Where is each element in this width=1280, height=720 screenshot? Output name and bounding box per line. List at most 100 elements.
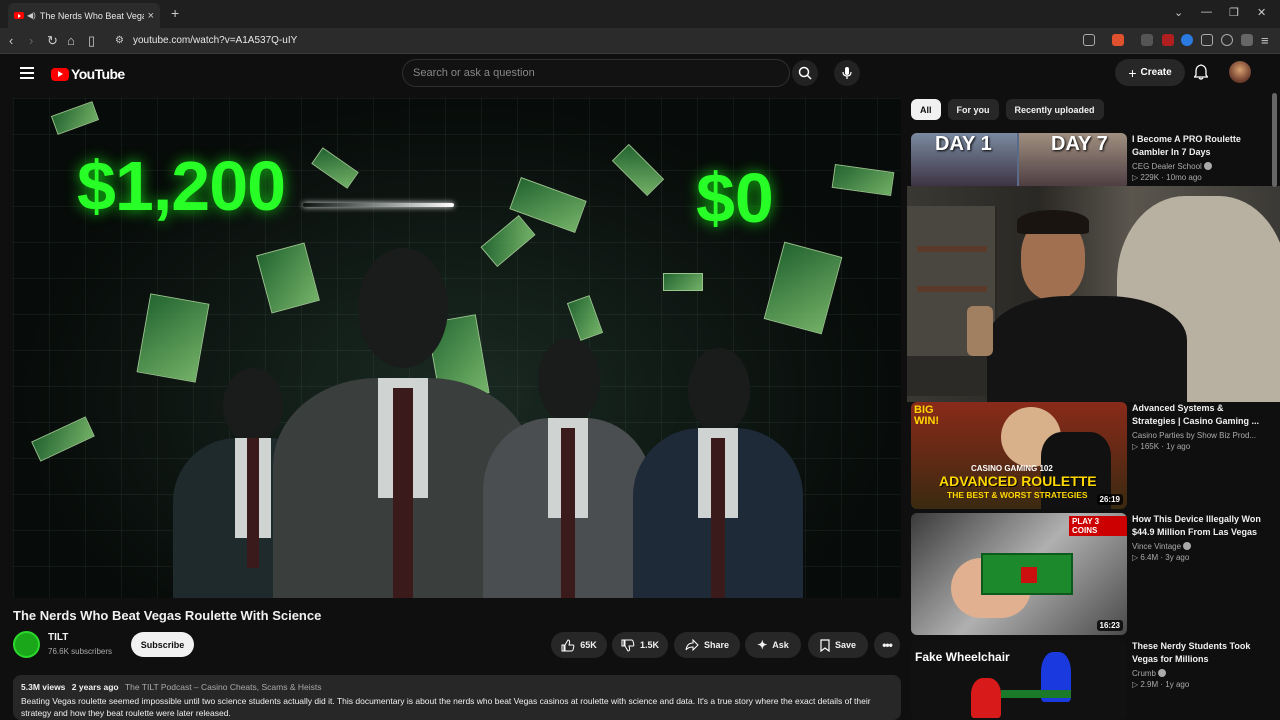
hamburger-menu-icon[interactable]: [20, 67, 34, 79]
page-scrollbar[interactable]: [1271, 93, 1278, 720]
minimize-icon[interactable]: —: [1201, 6, 1212, 18]
youtube-play-icon: [51, 67, 69, 81]
recommendation-views: 165K: [1140, 442, 1160, 451]
browser-tab[interactable]: ◀) The Nerds Who Beat Vegas Ro ×: [8, 3, 160, 28]
restore-icon[interactable]: ❐: [1229, 6, 1239, 19]
subscribe-button[interactable]: Subscribe: [131, 632, 194, 657]
extension-blue-icon[interactable]: [1181, 34, 1193, 46]
chip-for-you[interactable]: For you: [947, 99, 999, 120]
dislike-button[interactable]: 1.5K: [612, 632, 668, 658]
extension-red-icon[interactable]: [1162, 34, 1174, 46]
thumb-text-day1: DAY 1: [935, 133, 992, 155]
recommendation-item[interactable]: DAY 1 DAY 7 I Become A PRO Roulette Gamb…: [911, 133, 1271, 189]
search-button[interactable]: [792, 60, 818, 86]
browser-toolbar: ‹ › ↻ ⌂ ▯ ⚙ youtube.com/watch?v=A1A537Q-…: [0, 28, 1280, 54]
chip-all[interactable]: All: [911, 99, 941, 120]
recommendation-thumbnail[interactable]: DAY 1 DAY 7: [911, 133, 1127, 189]
flying-bill: [663, 273, 703, 291]
new-tab-icon[interactable]: +: [171, 5, 179, 21]
figure-man: [633, 338, 803, 598]
audio-playing-icon[interactable]: ◀): [27, 11, 36, 20]
recommendation-title[interactable]: How This Device Illegally Won $44.9 Mill…: [1132, 513, 1262, 539]
forward-icon[interactable]: ›: [29, 33, 33, 48]
save-button[interactable]: Save: [808, 632, 868, 658]
youtube-favicon-icon: [14, 12, 24, 19]
recommendation-channel[interactable]: CEG Dealer School: [1132, 162, 1202, 171]
recommendation-age: 10mo ago: [1166, 173, 1202, 182]
site-info-icon[interactable]: ⚙: [115, 35, 124, 46]
video-player[interactable]: $1,200 $0: [13, 98, 901, 598]
ask-label: Ask: [772, 640, 789, 650]
vpn-icon[interactable]: [1241, 34, 1253, 46]
verified-icon: [1203, 162, 1212, 170]
ask-button[interactable]: ✦ Ask: [745, 632, 801, 658]
search-icon: [798, 66, 812, 80]
subscriber-count: 76.6K subscribers: [48, 647, 113, 656]
recommendation-age: 3y ago: [1165, 553, 1190, 562]
tab-list-icon[interactable]: ⌄: [1174, 6, 1183, 19]
save-label: Save: [834, 640, 857, 650]
share-icon: [685, 639, 699, 651]
video-overlay-amount-left: $1,200: [77, 147, 286, 225]
scrollbar-thumb[interactable]: [1272, 93, 1277, 187]
thumb-text-big-win: BIG WIN!: [914, 404, 940, 427]
playlist-tag[interactable]: The TILT Podcast – Casino Cheats, Scams …: [125, 682, 322, 692]
reload-icon[interactable]: ↻: [47, 33, 58, 49]
cast-icon[interactable]: [1083, 34, 1095, 46]
thumb-text-fake-wheelchair: Fake Wheelchair: [915, 650, 1010, 664]
more-actions-button[interactable]: •••: [874, 632, 900, 658]
url-field[interactable]: youtube.com/watch?v=A1A537Q-uIY: [133, 35, 297, 46]
like-count: 65K: [580, 640, 597, 650]
filter-chips: All For you Recently uploaded: [911, 99, 1104, 120]
description-text: Beating Vegas roulette seemed impossible…: [21, 696, 871, 718]
share-label: Share: [703, 640, 729, 650]
home-icon[interactable]: ⌂: [67, 33, 75, 48]
chip-recently-uploaded[interactable]: Recently uploaded: [1005, 99, 1104, 120]
brave-shield-icon[interactable]: [1112, 34, 1124, 46]
recommendation-thumbnail[interactable]: BIG WIN! CASINO GAMING 102 ADVANCED ROUL…: [911, 402, 1127, 509]
media-icon[interactable]: [1221, 34, 1233, 46]
upload-age: 2 years ago: [71, 682, 119, 692]
extensions-puzzle-icon[interactable]: [1201, 34, 1213, 46]
recommendation-age: 1y ago: [1166, 442, 1191, 451]
voice-search-button[interactable]: [834, 60, 860, 86]
recommendation-title[interactable]: I Become A PRO Roulette Gambler In 7 Day…: [1132, 133, 1262, 159]
microphone-icon: [842, 67, 852, 79]
recommendation-thumbnail[interactable]: PLAY 3 COINS 16:23: [911, 513, 1127, 635]
back-icon[interactable]: ‹: [9, 33, 13, 48]
recommendation-title[interactable]: Advanced Systems & Strategies | Casino G…: [1132, 402, 1262, 428]
description-box[interactable]: 5.3M views 2 years ago The TILT Podcast …: [13, 675, 901, 720]
recommendation-item[interactable]: BIG WIN! CASINO GAMING 102 ADVANCED ROUL…: [911, 402, 1271, 509]
recommendation-title[interactable]: These Nerdy Students Took Vegas for Mill…: [1132, 640, 1262, 666]
close-tab-icon[interactable]: ×: [148, 10, 154, 22]
video-title: The Nerds Who Beat Vegas Roulette With S…: [13, 608, 322, 623]
bookmark-icon[interactable]: ▯: [88, 33, 95, 49]
extension-icon[interactable]: [1141, 34, 1153, 46]
channel-name[interactable]: TILT: [48, 632, 68, 643]
create-button[interactable]: + Create: [1115, 59, 1185, 86]
more-dots-icon: •••: [882, 638, 893, 652]
recommendation-item[interactable]: Fake Wheelchair These Nerdy Students Too…: [911, 640, 1271, 720]
channel-avatar[interactable]: [13, 631, 40, 658]
close-window-icon[interactable]: ✕: [1257, 6, 1266, 19]
notifications-bell-icon[interactable]: [1194, 64, 1208, 80]
search-input[interactable]: Search or ask a question: [402, 59, 790, 87]
share-button[interactable]: Share: [674, 632, 740, 658]
recommendation-channel[interactable]: Casino Parties by Show Biz Prod...: [1132, 431, 1256, 440]
recommendation-channel[interactable]: Vince Vintage: [1132, 542, 1181, 551]
figure-man: [483, 328, 653, 598]
bookmark-save-icon: [820, 638, 830, 652]
account-avatar[interactable]: [1229, 61, 1251, 83]
plus-icon: +: [1128, 64, 1137, 81]
thumb-text-casino-gaming: CASINO GAMING 102: [971, 464, 1053, 473]
youtube-logo[interactable]: YouTube: [51, 66, 125, 82]
like-button[interactable]: 65K: [551, 632, 607, 658]
menu-icon[interactable]: ≡: [1261, 33, 1269, 48]
recommendation-item[interactable]: PLAY 3 COINS 16:23 How This Device Illeg…: [911, 513, 1271, 635]
recommendation-channel[interactable]: Crumb: [1132, 669, 1156, 678]
thumbs-down-icon: [621, 639, 635, 652]
duration-badge: 26:19: [1096, 494, 1123, 505]
recommendation-thumbnail[interactable]: Fake Wheelchair: [911, 640, 1127, 720]
recommendation-views: 6.4M: [1140, 553, 1159, 562]
recommendation-age: 1y ago: [1165, 680, 1190, 689]
